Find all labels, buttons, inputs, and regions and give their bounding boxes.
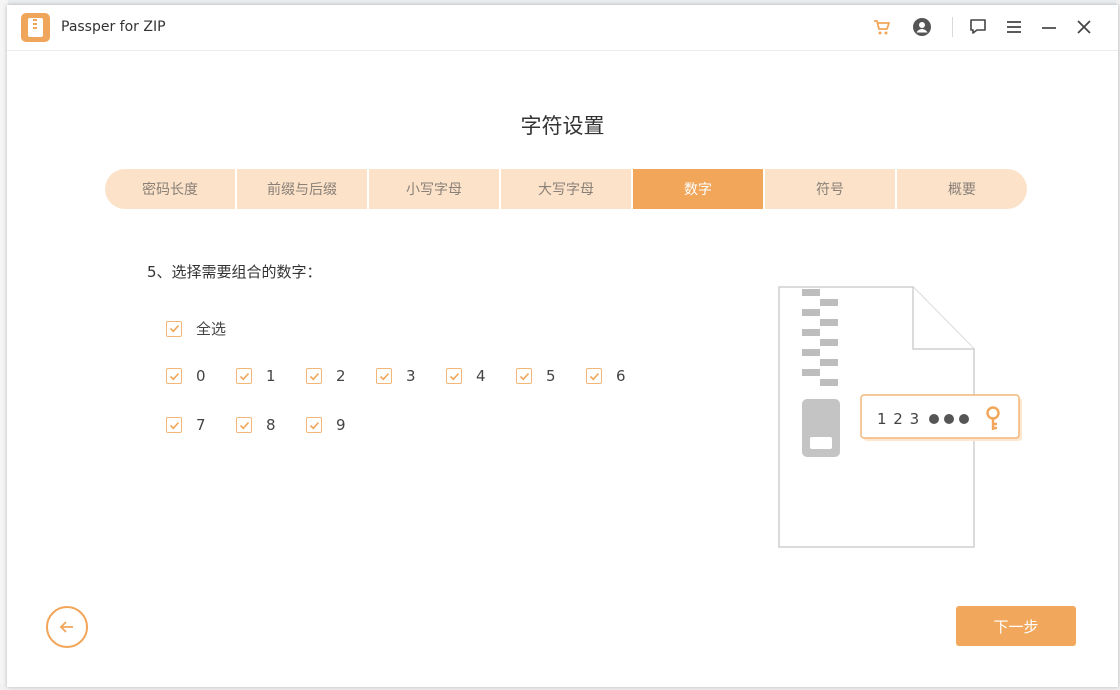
digit-checkbox-4[interactable]: 4 [446, 367, 486, 385]
password-mask-dots [929, 414, 969, 424]
digit-checkbox-1[interactable]: 1 [236, 367, 276, 385]
tab-uppercase[interactable]: 大写字母 [501, 169, 633, 209]
menu-icon[interactable] [1003, 16, 1025, 38]
feedback-icon[interactable] [967, 16, 989, 38]
checkbox-checked-icon [166, 417, 182, 433]
select-all-label: 全选 [196, 320, 227, 338]
key-icon [984, 406, 1002, 436]
digit-checkbox-0[interactable]: 0 [166, 367, 206, 385]
select-all-checkbox[interactable]: 全选 [166, 318, 226, 339]
tab-summary[interactable]: 概要 [897, 169, 1027, 209]
tab-password-length[interactable]: 密码长度 [105, 169, 237, 209]
digit-checkbox-2[interactable]: 2 [306, 367, 346, 385]
digit-checkbox-9[interactable]: 9 [306, 416, 346, 434]
zip-password-illustration: 1 2 3 [777, 285, 1027, 550]
digit-checkbox-8[interactable]: 8 [236, 416, 276, 434]
digit-checkbox-7[interactable]: 7 [166, 416, 206, 434]
checkbox-checked-icon [166, 320, 182, 337]
password-code-text: 1 2 3 [877, 410, 921, 428]
tab-lowercase[interactable]: 小写字母 [369, 169, 501, 209]
title-bar: Passper for ZIP [7, 5, 1118, 51]
checkbox-checked-icon [516, 368, 532, 384]
digit-label: 8 [266, 416, 276, 434]
digit-label: 0 [196, 367, 206, 385]
digit-label: 3 [406, 367, 416, 385]
close-icon[interactable] [1073, 16, 1095, 38]
account-icon[interactable] [911, 16, 933, 38]
checkbox-checked-icon [376, 368, 392, 384]
digit-label: 4 [476, 367, 486, 385]
digit-label: 9 [336, 416, 346, 434]
digit-checkbox-3[interactable]: 3 [376, 367, 416, 385]
app-logo [21, 13, 50, 42]
digit-label: 6 [616, 367, 626, 385]
checkbox-checked-icon [166, 368, 182, 384]
back-button[interactable] [46, 606, 88, 648]
tab-symbols[interactable]: 符号 [765, 169, 897, 209]
digit-checkbox-5[interactable]: 5 [516, 367, 556, 385]
minimize-icon[interactable] [1038, 16, 1060, 38]
checkbox-checked-icon [586, 368, 602, 384]
section-title: 5、选择需要组合的数字： [147, 263, 322, 281]
digit-label: 5 [546, 367, 556, 385]
tab-digits[interactable]: 数字 [633, 169, 765, 209]
cart-icon[interactable] [871, 16, 893, 38]
checkbox-checked-icon [306, 417, 322, 433]
digit-label: 7 [196, 416, 206, 434]
tab-prefix-suffix[interactable]: 前缀与后缀 [237, 169, 369, 209]
next-step-button[interactable]: 下一步 [956, 606, 1076, 646]
app-title: Passper for ZIP [61, 19, 166, 35]
checkbox-checked-icon [236, 368, 252, 384]
step-tabs: 密码长度 前缀与后缀 小写字母 大写字母 数字 符号 概要 [105, 169, 1027, 209]
digit-checkbox-6[interactable]: 6 [586, 367, 626, 385]
digit-label: 1 [266, 367, 276, 385]
checkbox-checked-icon [446, 368, 462, 384]
checkbox-checked-icon [306, 368, 322, 384]
titlebar-separator [952, 17, 953, 37]
checkbox-checked-icon [236, 417, 252, 433]
digit-label: 2 [336, 367, 346, 385]
page-title: 字符设置 [520, 114, 605, 138]
arrow-left-icon [59, 621, 73, 633]
app-window: Passper for ZIP 字符设置 密码长度 前缀与后缀 小写字母 大写字… [7, 5, 1118, 687]
